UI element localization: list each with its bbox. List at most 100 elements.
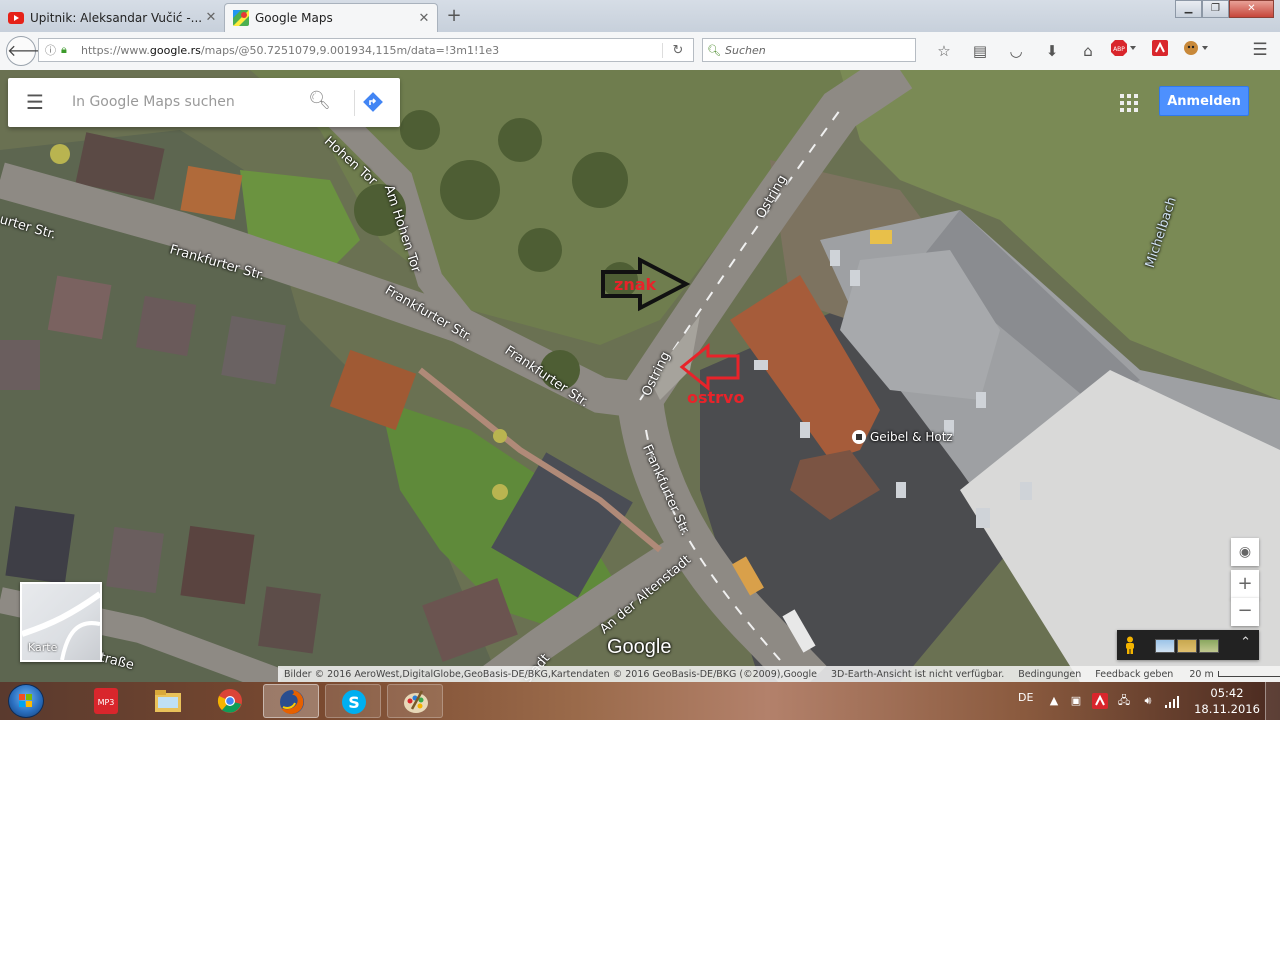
close-window-button[interactable]: ✕: [1229, 0, 1274, 18]
imagery-attribution: Bilder © 2016 AeroWest,DigitalGlobe,GeoB…: [284, 668, 818, 680]
usb-device-icon[interactable]: ▣: [1068, 693, 1084, 709]
scale-label: 20 m: [1189, 668, 1214, 680]
maps-search-box: ☰ In Google Maps suchen 🔍︎: [8, 78, 400, 127]
taskbar-app-firefox[interactable]: [263, 684, 319, 718]
system-clock[interactable]: 05:42 18.11.2016: [1194, 685, 1260, 717]
poi-store-icon: [852, 430, 866, 444]
poi-marker-geibel-hotz[interactable]: Geibel & Hotz: [852, 430, 953, 444]
search-engine-icon[interactable]: 🔍︎: [703, 44, 725, 57]
browser-search-field[interactable]: 🔍︎ Suchen: [702, 38, 916, 62]
url-prefix: https://www.: [81, 43, 150, 57]
adblock-icon[interactable]: ABP: [1106, 40, 1142, 62]
close-tab-icon[interactable]: ✕: [415, 11, 433, 26]
layers-panel[interactable]: ⌃: [1117, 630, 1259, 660]
sign-annotation-label: znak: [614, 275, 657, 294]
photo-layer-thumbnail[interactable]: [1199, 639, 1219, 653]
search-placeholder: Suchen: [725, 43, 766, 57]
clock-time: 05:42: [1210, 686, 1244, 700]
scale-bar: [1217, 671, 1280, 677]
show-hidden-icons-icon[interactable]: ▲: [1046, 693, 1062, 709]
map-type-toggle[interactable]: Karte: [20, 582, 102, 662]
url-bar[interactable]: ⓘ 🔒︎ https://www.google.rs/maps/@50.7251…: [38, 38, 694, 62]
poi-label: Geibel & Hotz: [870, 430, 953, 444]
clock-date: 18.11.2016: [1194, 702, 1260, 716]
url-domain: google.rs: [149, 43, 201, 57]
system-tray: DE ▲ ▣ 🖧 🔊︎ 05:42 18.11.2016: [1004, 682, 1280, 720]
terrain-layer-thumbnail[interactable]: [1177, 639, 1197, 653]
location-icon: ◉: [1238, 544, 1252, 560]
lock-icon: 🔒︎: [61, 43, 67, 56]
mp3-converter-icon: MP3: [94, 688, 118, 714]
language-indicator[interactable]: DE: [1018, 691, 1033, 704]
windows-taskbar: MP3 S DE ▲ ▣ 🖧 🔊︎ 05:42 18.11.2016: [0, 682, 1280, 720]
taskbar-app-mp3[interactable]: MP3: [78, 684, 134, 718]
minimize-button[interactable]: ▁: [1175, 0, 1202, 18]
zoom-in-button[interactable]: +: [1231, 570, 1259, 599]
firefox-icon: [280, 690, 304, 714]
tab-google-maps[interactable]: Google Maps ✕: [224, 3, 438, 32]
windows-logo-icon: [19, 694, 32, 707]
tab-title: Upitnik: Aleksandar Vučić -...: [30, 10, 202, 25]
chevron-up-icon[interactable]: ⌃: [1240, 635, 1251, 650]
restore-button[interactable]: ❐: [1202, 0, 1229, 18]
start-button[interactable]: [8, 684, 44, 718]
greasemonkey-icon[interactable]: [1178, 40, 1214, 62]
my-location-button[interactable]: ◉: [1231, 538, 1259, 566]
youtube-icon: [8, 11, 24, 24]
google-maps-icon: [233, 10, 249, 26]
taskbar-app-paint[interactable]: [387, 684, 443, 718]
hamburger-menu-icon[interactable]: ☰: [1248, 40, 1272, 62]
info-icon[interactable]: ⓘ: [45, 42, 61, 58]
taskbar-app-explorer[interactable]: [140, 684, 196, 718]
volume-icon[interactable]: 🔊︎: [1140, 693, 1156, 709]
chrome-icon: [217, 689, 242, 713]
home-icon[interactable]: ⌂: [1070, 40, 1106, 62]
close-tab-icon[interactable]: ✕: [202, 10, 220, 25]
navigation-toolbar: 🡐 ⓘ 🔒︎ https://www.google.rs/maps/@50.72…: [0, 32, 1280, 71]
skype-icon: S: [342, 690, 366, 714]
network-disconnected-icon[interactable]: 🖧: [1116, 693, 1132, 709]
svg-text:ABP: ABP: [1113, 46, 1125, 53]
signal-strength-icon[interactable]: [1164, 693, 1180, 709]
feedback-link[interactable]: Feedback geben: [1095, 669, 1173, 680]
earth-layer-thumbnail[interactable]: [1155, 639, 1175, 653]
map-footer: Bilder © 2016 AeroWest,DigitalGlobe,GeoB…: [278, 666, 1280, 682]
zoom-out-button[interactable]: −: [1231, 598, 1259, 626]
earth-unavailable-text: 3D-Earth-Ansicht ist nicht verfügbar.: [831, 668, 1005, 680]
reading-list-icon[interactable]: ▤: [962, 40, 998, 62]
new-tab-button[interactable]: +: [444, 5, 464, 26]
bookmark-star-icon[interactable]: ☆: [926, 40, 962, 62]
file-explorer-icon: [155, 690, 181, 712]
terms-link[interactable]: Bedingungen: [1018, 669, 1081, 680]
satellite-map[interactable]: urter Str. Frankfurter Str. Frankfurter …: [0, 70, 1280, 682]
pocket-icon[interactable]: ◡: [998, 40, 1034, 62]
google-apps-icon[interactable]: [1118, 92, 1140, 114]
google-logo: Google: [607, 636, 672, 658]
browser-tab-strip: Upitnik: Aleksandar Vučić -... ✕ Google …: [0, 0, 1280, 32]
pegman-icon[interactable]: [1123, 636, 1137, 654]
show-desktop-button[interactable]: [1265, 682, 1280, 720]
svg-text:MP3: MP3: [98, 698, 115, 707]
window-controls: ▁ ❐ ✕: [1175, 0, 1274, 18]
search-divider: [354, 90, 355, 116]
sign-in-button[interactable]: Anmelden: [1159, 86, 1249, 116]
reload-icon[interactable]: ↻: [662, 42, 693, 58]
taskbar-app-chrome[interactable]: [202, 684, 258, 718]
svg-text:S: S: [348, 693, 360, 712]
tab-title: Google Maps: [255, 11, 333, 25]
url-path: /maps/@50.7251079,9.001934,115m/data=!3m…: [200, 43, 500, 57]
download-icon[interactable]: ⬇: [1034, 40, 1070, 62]
url-text[interactable]: https://www.google.rs/maps/@50.7251079,9…: [81, 44, 662, 57]
back-button[interactable]: 🡐: [6, 36, 50, 66]
paint-icon: [404, 690, 428, 713]
maps-search-input[interactable]: In Google Maps suchen: [72, 94, 235, 110]
scale-indicator[interactable]: 20 m: [1183, 669, 1280, 680]
search-icon[interactable]: 🔍︎: [308, 90, 331, 111]
taskbar-app-skype[interactable]: S: [325, 684, 381, 718]
antivirus-icon[interactable]: [1142, 40, 1178, 62]
antivirus-tray-icon[interactable]: [1092, 693, 1108, 709]
maps-menu-icon[interactable]: ☰: [26, 92, 44, 112]
tab-youtube[interactable]: Upitnik: Aleksandar Vučić -... ✕: [0, 3, 224, 32]
directions-icon[interactable]: [362, 91, 384, 113]
island-annotation-label: ostrvo: [687, 388, 745, 407]
